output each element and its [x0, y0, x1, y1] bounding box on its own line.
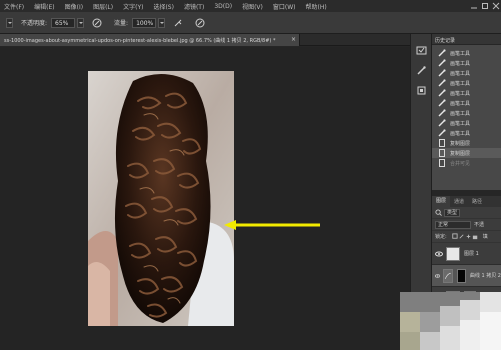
history-item-label: 复制图层 — [450, 140, 471, 147]
document-tab-row: ss-1000-images-about-asymmetrical-updos-… — [0, 34, 410, 46]
visibility-eye-icon[interactable] — [435, 251, 443, 257]
brush-icon — [438, 119, 446, 127]
history-list: 画笔工具 画笔工具 画笔工具 画笔工具 画笔工具 画笔工具 画笔工具 画笔工具 画笔工具 复制图层… — [432, 45, 501, 168]
annotation-arrow — [224, 220, 320, 230]
layer-filter-row: 类型 — [432, 207, 501, 219]
menu-type[interactable]: 文字(Y) — [123, 2, 143, 11]
menu-image[interactable]: 图像(I) — [65, 2, 83, 11]
menu-window[interactable]: 窗口(W) — [273, 2, 296, 11]
history-item-label: 画笔工具 — [450, 80, 471, 87]
opacity-field[interactable]: 65% — [51, 17, 76, 28]
photo-canvas[interactable] — [88, 71, 234, 326]
history-item[interactable]: 复制图层 — [432, 138, 501, 148]
search-icon — [435, 209, 442, 216]
history-item-label: 复制图层 — [450, 150, 471, 157]
history-panel-title: 历史记录 — [432, 34, 501, 45]
pressure-opacity-icon[interactable] — [92, 18, 102, 28]
layer-doc-icon — [439, 139, 445, 147]
menu-3d[interactable]: 3D(D) — [214, 3, 232, 10]
history-item[interactable]: 合并可见 — [432, 158, 501, 168]
properties-panel-icon[interactable] — [416, 86, 427, 95]
history-item[interactable]: 复制图层 — [432, 148, 501, 158]
brush-icon — [438, 59, 446, 67]
layer-doc-icon — [439, 159, 445, 167]
menu-edit[interactable]: 编辑(E) — [34, 2, 54, 11]
flow-label: 流量: — [114, 20, 129, 27]
blend-row: 正常 不透 — [432, 219, 501, 231]
history-item[interactable]: 画笔工具 — [432, 128, 501, 138]
watermark-mosaic — [400, 292, 501, 350]
history-item-label: 画笔工具 — [450, 90, 471, 97]
history-item[interactable]: 画笔工具 — [432, 88, 501, 98]
brush-icon — [438, 109, 446, 117]
menu-view[interactable]: 视图(V) — [242, 2, 263, 11]
maximize-icon[interactable] — [481, 2, 489, 10]
menu-bar: 文件(F) 编辑(E) 图像(I) 图层(L) 文字(Y) 选择(S) 滤镜(T… — [0, 0, 501, 12]
close-window-icon[interactable] — [492, 2, 500, 10]
minimize-icon[interactable] — [470, 2, 478, 10]
history-item-label: 合并可见 — [450, 160, 471, 167]
history-item[interactable]: 画笔工具 — [432, 58, 501, 68]
lock-label: 锁定: — [435, 234, 447, 240]
brush-panel-icon[interactable] — [416, 66, 427, 75]
history-panel: 历史记录 画笔工具 画笔工具 画笔工具 画笔工具 画笔工具 画笔工具 画笔工具 画笔工具 画笔工… — [432, 34, 501, 190]
layer-thumbnail — [446, 246, 460, 261]
history-item-label: 画笔工具 — [450, 50, 471, 57]
layer-kind-select[interactable]: 类型 — [444, 208, 461, 217]
history-item-label: 画笔工具 — [450, 120, 471, 127]
brush-icon — [438, 49, 446, 57]
layer-mask-thumbnail[interactable] — [457, 268, 466, 283]
history-item-label: 画笔工具 — [450, 60, 471, 67]
layer-row-1[interactable]: 图层 1 — [432, 243, 501, 265]
history-item[interactable]: 画笔工具 — [432, 48, 501, 58]
brush-preset-dropdown[interactable] — [6, 17, 13, 28]
flow-field[interactable]: 100% — [132, 17, 157, 28]
brush-icon — [438, 99, 446, 107]
menu-help[interactable]: 帮助(H) — [306, 2, 327, 11]
layer-doc-icon — [439, 149, 445, 157]
history-item-label: 画笔工具 — [450, 100, 471, 107]
document-tab[interactable]: ss-1000-images-about-asymmetrical-updos-… — [0, 34, 300, 46]
brush-icon — [438, 69, 446, 77]
visibility-eye-icon[interactable] — [435, 273, 441, 279]
layer-name: 曲线 1 拷贝 2 — [469, 273, 501, 279]
history-item[interactable]: 画笔工具 — [432, 108, 501, 118]
tab-layers[interactable]: 图层 — [432, 196, 451, 207]
fill-short-label: 填 — [482, 234, 488, 240]
brush-icon — [438, 79, 446, 87]
history-item[interactable]: 画笔工具 — [432, 78, 501, 88]
layer-row-2[interactable]: 曲线 1 拷贝 2 — [432, 265, 501, 287]
opacity-label: 不透明度: — [21, 20, 48, 27]
menu-layer[interactable]: 图层(L) — [93, 2, 113, 11]
history-item[interactable]: 画笔工具 — [432, 118, 501, 128]
airbrush-icon[interactable] — [173, 18, 183, 28]
lock-icons[interactable] — [451, 233, 479, 240]
menu-file[interactable]: 文件(F) — [4, 2, 24, 11]
history-item[interactable]: 画笔工具 — [432, 68, 501, 78]
menu-filter[interactable]: 滤镜(T) — [184, 2, 204, 11]
options-bar: 不透明度: 65% 流量: 100% — [0, 12, 501, 34]
tab-paths[interactable]: 路径 — [468, 198, 486, 205]
blend-mode-select[interactable]: 正常 — [435, 220, 471, 229]
brush-icon — [438, 89, 446, 97]
history-item-label: 画笔工具 — [450, 70, 471, 77]
document-tab-title: ss-1000-images-about-asymmetrical-updos-… — [4, 38, 276, 44]
brush-icon — [438, 129, 446, 137]
menu-select[interactable]: 选择(S) — [153, 2, 174, 11]
history-panel-icon[interactable] — [416, 46, 427, 55]
pressure-size-icon[interactable] — [195, 18, 205, 28]
history-item-label: 画笔工具 — [450, 130, 471, 137]
tab-close-icon[interactable]: × — [291, 36, 296, 43]
adjustment-thumbnail — [443, 268, 454, 283]
flow-dropdown[interactable] — [158, 17, 166, 28]
history-item[interactable]: 画笔工具 — [432, 98, 501, 108]
lock-row: 锁定: 填 — [432, 231, 501, 243]
canvas-area[interactable] — [0, 47, 410, 350]
opacity-short-label: 不透 — [474, 222, 485, 228]
history-item-label: 画笔工具 — [450, 110, 471, 117]
tab-channels[interactable]: 通道 — [450, 198, 468, 205]
layers-panel-tabs: 图层 通道 路径 — [432, 196, 501, 207]
layer-name: 图层 1 — [464, 251, 479, 257]
opacity-dropdown[interactable] — [77, 17, 85, 28]
